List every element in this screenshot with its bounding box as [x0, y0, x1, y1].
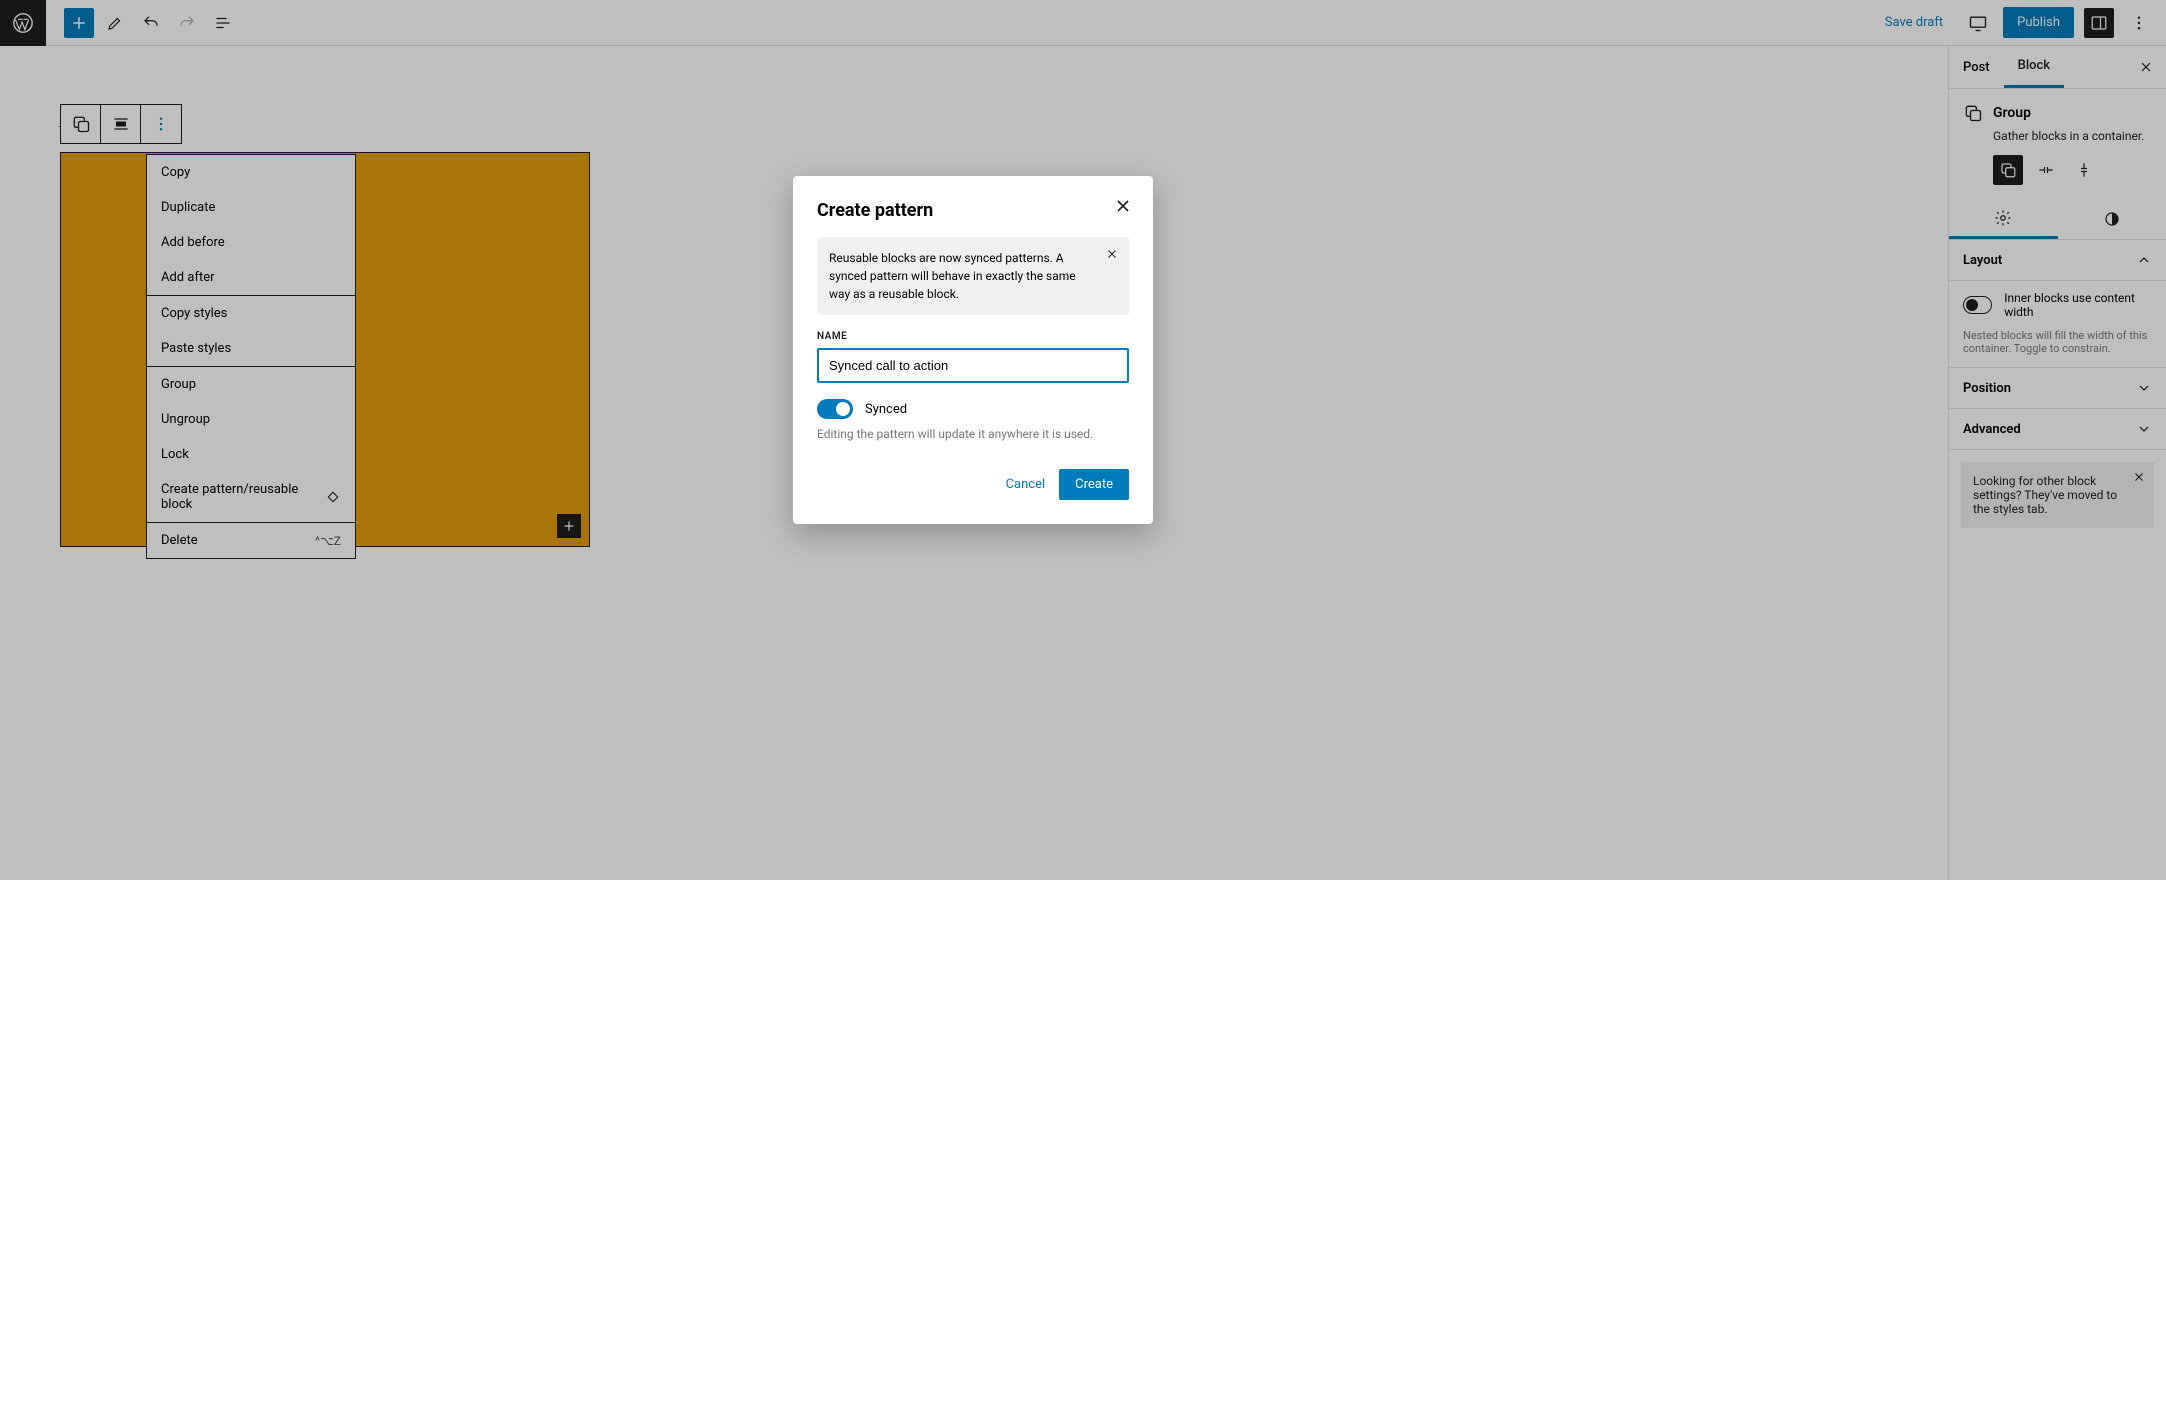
add-block-button[interactable] — [64, 8, 94, 38]
block-options-menu: Copy Duplicate Add before Add after Copy… — [146, 154, 356, 559]
keyboard-shortcut: ^⌥Z — [315, 534, 341, 548]
styles-moved-notice: Looking for other block settings? They'v… — [1961, 462, 2154, 528]
group-variation-group[interactable] — [1993, 155, 2023, 185]
preview-button[interactable] — [1963, 8, 1993, 38]
advanced-panel-toggle[interactable]: Advanced — [1949, 409, 2166, 450]
layout-note: Nested blocks will fill the width of thi… — [1949, 329, 2166, 367]
modal-close-button[interactable] — [1113, 196, 1133, 216]
group-variation-stack[interactable] — [2069, 155, 2099, 185]
block-description: Gather blocks in a container. — [1963, 129, 2152, 143]
menu-item-lock[interactable]: Lock — [147, 437, 355, 472]
diamond-icon — [325, 489, 341, 505]
block-toolbar — [60, 104, 182, 144]
menu-item-group[interactable]: Group — [147, 366, 355, 402]
position-panel-toggle[interactable]: Position — [1949, 367, 2166, 409]
block-appender-button[interactable] — [557, 514, 581, 538]
chevron-up-icon — [2136, 252, 2152, 268]
content-width-toggle[interactable] — [1963, 296, 1992, 314]
settings-sidebar: Post Block Group Gather blocks in a cont… — [1948, 46, 2166, 880]
options-menu-button[interactable] — [2124, 8, 2154, 38]
content-width-label: Inner blocks use content width — [2004, 291, 2152, 319]
block-styles-tab[interactable] — [2058, 199, 2166, 239]
menu-item-duplicate[interactable]: Duplicate — [147, 190, 355, 225]
tools-button[interactable] — [100, 8, 130, 38]
styles-icon — [2103, 210, 2121, 228]
menu-item-copy-styles[interactable]: Copy styles — [147, 295, 355, 331]
layout-panel-toggle[interactable]: Layout — [1949, 240, 2166, 281]
block-settings-tab[interactable] — [1949, 199, 2058, 239]
name-label: NAME — [817, 331, 1129, 342]
menu-item-copy[interactable]: Copy — [147, 155, 355, 190]
synced-toggle[interactable] — [817, 399, 853, 419]
cancel-button[interactable]: Cancel — [1006, 477, 1046, 492]
settings-sidebar-toggle[interactable] — [2084, 8, 2114, 38]
dismiss-notice-button[interactable] — [2132, 470, 2146, 484]
create-button[interactable]: Create — [1059, 469, 1129, 500]
document-overview-button[interactable] — [208, 8, 238, 38]
save-draft-button[interactable]: Save draft — [1875, 9, 1953, 36]
block-more-options-button[interactable] — [141, 105, 181, 143]
block-name: Group — [1993, 105, 2031, 121]
create-pattern-modal: Create pattern Reusable blocks are now s… — [793, 176, 1153, 524]
group-variation-row[interactable] — [2031, 155, 2061, 185]
publish-button[interactable]: Publish — [2003, 7, 2074, 38]
menu-item-delete[interactable]: Delete ^⌥Z — [147, 522, 355, 558]
menu-item-add-after[interactable]: Add after — [147, 260, 355, 295]
gear-icon — [1994, 209, 2012, 227]
block-align-button[interactable] — [101, 105, 141, 143]
chevron-down-icon — [2136, 380, 2152, 396]
menu-item-add-before[interactable]: Add before — [147, 225, 355, 260]
menu-item-create-pattern[interactable]: Create pattern/reusable block — [147, 472, 355, 522]
group-icon — [1963, 103, 1983, 123]
chevron-down-icon — [2136, 421, 2152, 437]
menu-item-paste-styles[interactable]: Paste styles — [147, 331, 355, 366]
synced-label: Synced — [865, 402, 907, 417]
menu-item-ungroup[interactable]: Ungroup — [147, 402, 355, 437]
close-sidebar-button[interactable] — [2126, 49, 2166, 85]
dismiss-info-button[interactable] — [1105, 247, 1119, 261]
synced-hint: Editing the pattern will update it anywh… — [817, 427, 1129, 441]
wordpress-logo[interactable] — [0, 0, 46, 46]
tab-block[interactable]: Block — [2004, 46, 2064, 88]
block-type-button[interactable] — [61, 105, 101, 143]
modal-info-notice: Reusable blocks are now synced patterns.… — [817, 237, 1129, 315]
pattern-name-input[interactable] — [817, 348, 1129, 383]
tab-post[interactable]: Post — [1949, 48, 2004, 87]
redo-button[interactable] — [172, 8, 202, 38]
undo-button[interactable] — [136, 8, 166, 38]
modal-title: Create pattern — [817, 200, 1129, 221]
editor-top-toolbar: Save draft Publish — [0, 0, 2166, 46]
